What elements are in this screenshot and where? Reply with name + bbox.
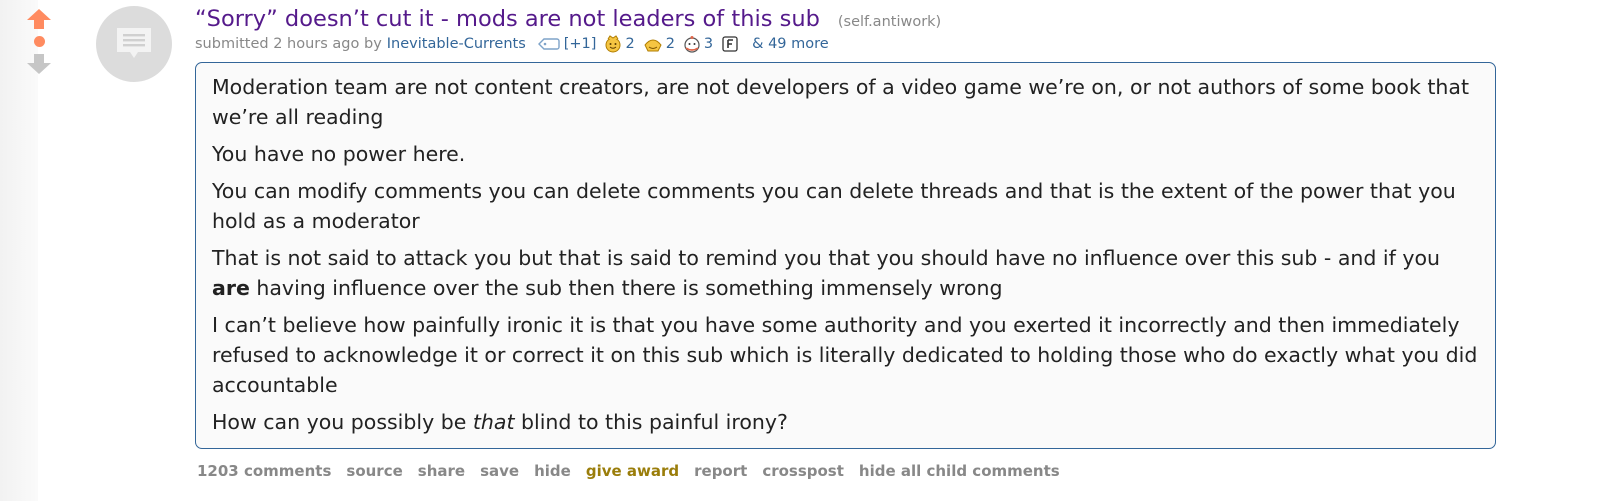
body-paragraph: I can’t believe how painfully ironic it …: [212, 313, 1478, 397]
downvote-arrow-icon[interactable]: [26, 53, 52, 75]
self-post-thumbnail[interactable]: [96, 6, 172, 82]
body-text: That is not said to attack you but that …: [212, 246, 1441, 270]
author-link[interactable]: Inevitable-Currents: [387, 36, 526, 52]
hide-button[interactable]: hide: [534, 462, 571, 480]
post-body: Moderation team are not content creators…: [195, 62, 1496, 449]
more-awards-link[interactable]: & 49 more: [752, 36, 829, 52]
wholesome-award-icon: [605, 35, 621, 53]
body-italic-text: that: [472, 410, 515, 434]
body-paragraph: You have no power here.: [212, 142, 466, 166]
award-count: 2: [665, 36, 675, 52]
vote-controls: [26, 8, 52, 75]
save-button[interactable]: save: [480, 462, 519, 480]
body-paragraph: Moderation team are not content creators…: [212, 75, 1469, 129]
share-button[interactable]: share: [418, 462, 465, 480]
body-paragraph: You can modify comments you can delete c…: [212, 179, 1456, 233]
post-title-link[interactable]: “Sorry” doesn’t cut it - mods are not le…: [195, 6, 820, 32]
award-hugz[interactable]: 3: [683, 35, 713, 53]
score-dot: [33, 36, 45, 47]
source-button[interactable]: source: [346, 462, 402, 480]
body-paragraph: How can you possibly be that blind to th…: [212, 407, 1481, 437]
post-actions: 1203 comments source share save hide giv…: [197, 462, 1075, 480]
comments-button[interactable]: 1203 comments: [197, 462, 331, 480]
body-paragraph: That is not said to attack you but that …: [212, 243, 1481, 303]
helpful-award-icon: [644, 39, 662, 52]
tag-icon: [537, 38, 560, 50]
hide-child-comments-button[interactable]: hide all child comments: [859, 462, 1060, 480]
award-wholesome[interactable]: 2: [604, 35, 635, 53]
award-count: 3: [703, 36, 714, 52]
award-count: 2: [625, 36, 635, 52]
body-bold-text: are: [212, 276, 250, 300]
text-post-icon: [117, 28, 151, 58]
flair-count: [+1]: [563, 36, 597, 52]
award-f[interactable]: [721, 35, 742, 53]
post-domain[interactable]: (self.antiwork): [838, 14, 941, 30]
left-gutter: [0, 0, 38, 501]
title-line: “Sorry” doesn’t cut it - mods are not le…: [195, 6, 1495, 32]
post-entry: “Sorry” doesn’t cut it - mods are not le…: [195, 6, 1495, 53]
body-text: having influence over the sub then there…: [249, 276, 1003, 300]
report-button[interactable]: report: [694, 462, 747, 480]
submitted-text: submitted 2 hours ago by: [195, 36, 382, 52]
award-helpful[interactable]: 2: [643, 35, 675, 53]
f-award-icon: [722, 36, 738, 52]
tagline: submitted 2 hours ago by Inevitable-Curr…: [195, 35, 1495, 53]
body-text: How can you possibly be: [212, 410, 473, 434]
crosspost-button[interactable]: crosspost: [762, 462, 844, 480]
hugz-award-icon: [684, 36, 700, 53]
give-award-button[interactable]: give award: [586, 462, 679, 480]
author-flair[interactable]: [+1]: [537, 36, 597, 52]
body-text: blind to this painful irony?: [514, 410, 788, 434]
upvote-arrow-icon[interactable]: [26, 8, 52, 30]
